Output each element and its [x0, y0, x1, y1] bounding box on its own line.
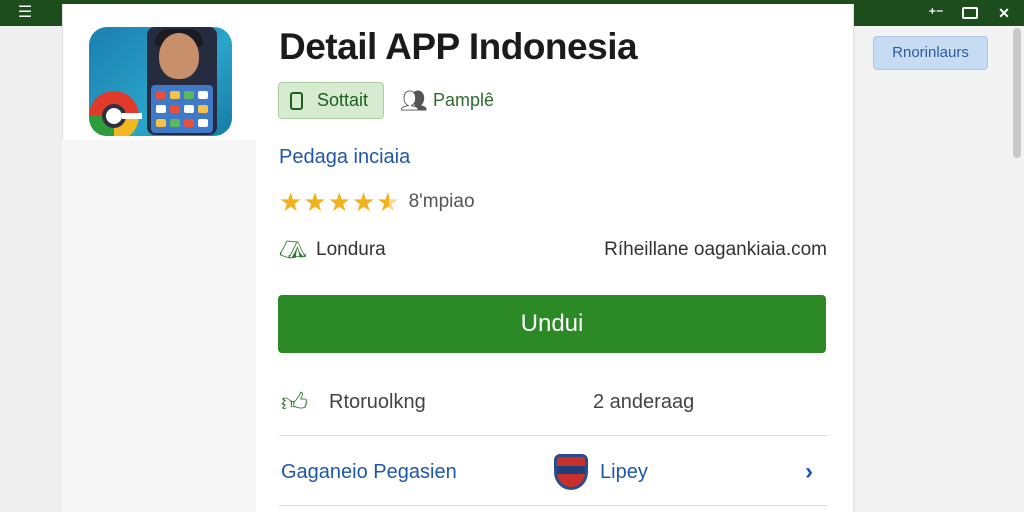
- close-icon[interactable]: ✕: [994, 2, 1014, 24]
- minimize-icon[interactable]: ⁺⁻: [926, 2, 946, 24]
- thumbs-up-icon: 👍︎: [281, 387, 309, 417]
- divider: [279, 505, 827, 506]
- star-icon: ★: [327, 187, 351, 217]
- chevron-right-icon[interactable]: ›: [805, 450, 813, 494]
- app-icon: [89, 27, 232, 136]
- category-label: Londura: [316, 239, 386, 260]
- window-controls: ⁺⁻ ✕: [926, 2, 1014, 24]
- install-button[interactable]: Undui: [278, 295, 826, 353]
- sidebar-button[interactable]: Rnorinlaurs: [873, 36, 988, 70]
- star-icon: ★: [303, 187, 327, 217]
- app-title: Detail APP Indonesia: [279, 26, 638, 67]
- category-chip-label: Sottait: [317, 90, 369, 110]
- right-sidebar: [856, 26, 1024, 512]
- half-star-icon: ★: [376, 187, 400, 217]
- category-chip[interactable]: Sottait: [278, 82, 384, 119]
- star-icon: ★: [351, 187, 376, 217]
- audience-chip-label: Pamplê: [433, 90, 495, 110]
- divider: [279, 435, 827, 436]
- stats-row: 👍︎ Rtoruolkng 2 anderaag: [279, 384, 827, 420]
- publisher-label: Gaganeio Pegasien: [281, 461, 457, 483]
- star-icon: ★: [279, 187, 303, 217]
- menu-icon[interactable]: ☰: [14, 3, 36, 23]
- scrollbar[interactable]: [1013, 28, 1021, 158]
- restore-icon[interactable]: [962, 7, 978, 19]
- developer-link[interactable]: Pedaga inciaia: [279, 146, 410, 169]
- stats-label: Rtoruolkng: [329, 391, 426, 413]
- star-rating: ★ ★ ★ ★ ★ 8'mpiao: [279, 186, 475, 218]
- info-row: ⛺︎ Londura Ríheillane oagankiaia.com: [279, 236, 827, 264]
- publisher-badge-band: [557, 466, 585, 474]
- people-icon: 👥︎: [400, 88, 428, 113]
- left-column: [62, 140, 256, 512]
- category-icon: ⛺︎: [279, 237, 307, 262]
- rating-count: 8'mpiao: [408, 191, 475, 212]
- phone-icon: [290, 92, 303, 110]
- stats-value: 2 anderaag: [593, 391, 695, 413]
- publisher-row[interactable]: Gaganeio Pegasien Lipey ›: [279, 450, 827, 494]
- website-link[interactable]: Ríheillane oagankiaia.com: [604, 236, 827, 264]
- publisher-name: Lipey: [600, 461, 648, 483]
